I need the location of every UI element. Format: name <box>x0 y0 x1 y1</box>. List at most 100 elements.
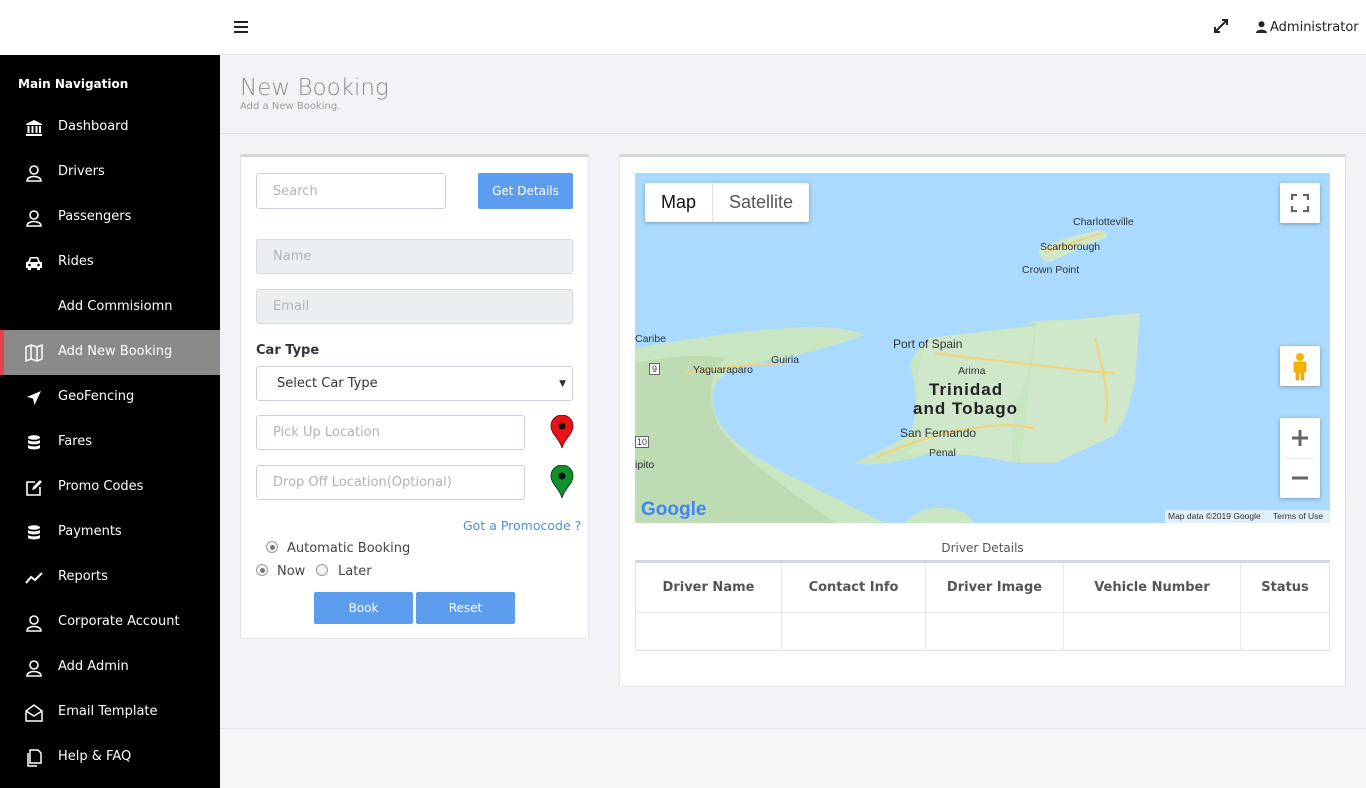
sidebar-item-add-admin[interactable]: Add Admin <box>0 645 220 690</box>
terms-of-use-link[interactable]: Terms of Use <box>1273 511 1323 521</box>
edit-icon <box>25 479 43 497</box>
map-tab[interactable]: Map <box>645 183 714 222</box>
page-subtitle: Add a New Booking. <box>240 101 341 112</box>
road-shield-10: 10 <box>635 436 650 448</box>
main-content: New Booking Add a New Booking. Search Ge… <box>220 55 1366 788</box>
email-field[interactable]: Email <box>256 289 573 324</box>
user-icon <box>25 614 43 632</box>
sidebar-item-promo-codes[interactable]: Promo Codes <box>0 465 220 510</box>
dropoff-location-input[interactable]: Drop Off Location(Optional) <box>256 465 525 500</box>
map-type-control: Map Satellite <box>645 183 810 222</box>
zoom-in-icon[interactable] <box>1280 418 1320 458</box>
later-radio[interactable] <box>316 564 328 576</box>
footer <box>220 728 1366 788</box>
user-icon <box>25 209 43 227</box>
map-label-port-of-spain: Port of Spain <box>893 337 963 351</box>
promocode-link[interactable]: Got a Promocode ? <box>463 518 581 533</box>
sidebar-heading: Main Navigation <box>18 77 129 91</box>
sidebar-item-label: Add Commisiomn <box>58 299 173 314</box>
sidebar-item-add-new-booking[interactable]: Add New Booking <box>0 330 220 375</box>
now-radio[interactable] <box>256 564 268 576</box>
sidebar-item-label: Help & FAQ <box>58 749 132 764</box>
sidebar-item-label: Add New Booking <box>58 344 173 359</box>
table-cell <box>782 613 926 651</box>
sidebar-item-drivers[interactable]: Drivers <box>0 150 220 195</box>
fullscreen-expand-icon[interactable] <box>1213 18 1229 34</box>
map-label-san-fernando: San Fernando <box>900 426 977 440</box>
zoom-control <box>1280 418 1320 498</box>
user-icon <box>25 164 43 182</box>
map-label-penal: Penal <box>929 447 956 459</box>
table-cell <box>926 613 1064 651</box>
zoom-out-icon[interactable] <box>1280 458 1320 498</box>
dropoff-pin-icon[interactable] <box>550 464 574 499</box>
name-placeholder: Name <box>273 249 312 264</box>
sidebar-item-fares[interactable]: Fares <box>0 420 220 465</box>
sidebar-item-corporate-account[interactable]: Corporate Account <box>0 600 220 645</box>
column-header: Vehicle Number <box>1064 563 1241 613</box>
book-button[interactable]: Book <box>314 592 413 624</box>
pegman-icon[interactable] <box>1280 346 1320 386</box>
sidebar-item-label: Corporate Account <box>58 614 180 629</box>
database-icon <box>25 434 43 452</box>
map-view[interactable]: Charlotteville Scarborough Crown Point P… <box>635 173 1330 523</box>
map-panel: Charlotteville Scarborough Crown Point P… <box>619 154 1346 687</box>
database-icon <box>25 524 43 542</box>
pickup-placeholder: Pick Up Location <box>273 425 380 440</box>
sidebar-item-rides[interactable]: Rides <box>0 240 220 285</box>
logo-area <box>0 0 220 55</box>
pickup-location-input[interactable]: Pick Up Location <box>256 415 525 450</box>
satellite-tab[interactable]: Satellite <box>713 183 809 222</box>
car-icon <box>25 254 43 272</box>
sidebar-item-label: Promo Codes <box>58 479 144 494</box>
top-bar: Administrator <box>0 0 1366 55</box>
admin-menu[interactable]: Administrator <box>1256 19 1359 35</box>
google-logo: Google <box>641 499 707 520</box>
search-input[interactable]: Search <box>256 173 446 209</box>
get-details-button[interactable]: Get Details <box>478 173 573 209</box>
attribution-bar: Map data ©2019 Google Terms of Use <box>1165 510 1330 523</box>
map-label-caribe: Caribe <box>635 333 666 345</box>
search-placeholder: Search <box>273 183 318 199</box>
map-fullscreen-icon[interactable] <box>1280 183 1320 223</box>
sidebar-item-payments[interactable]: Payments <box>0 510 220 555</box>
column-header: Status <box>1241 563 1329 613</box>
line-chart-icon <box>25 569 43 587</box>
sidebar-item-reports[interactable]: Reports <box>0 555 220 600</box>
map-label-crown-point: Crown Point <box>1022 264 1080 276</box>
pickup-pin-icon[interactable] <box>550 414 574 449</box>
sidebar-item-help-faq[interactable]: Help & FAQ <box>0 735 220 780</box>
map-canvas <box>635 230 1140 523</box>
map-icon <box>25 343 43 363</box>
map-label-country-line1: Trinidad <box>929 380 1004 399</box>
email-placeholder: Email <box>273 299 310 314</box>
sidebar-item-geofencing[interactable]: GeoFencing <box>0 375 220 420</box>
sidebar-item-label: Add Admin <box>58 659 129 674</box>
map-label-scarborough: Scarborough <box>1040 241 1101 253</box>
car-type-value: Select Car Type <box>277 376 378 391</box>
menu-toggle-icon[interactable] <box>234 17 248 37</box>
automatic-booking-label: Automatic Booking <box>287 541 411 556</box>
column-header: Contact Info <box>782 563 926 613</box>
sidebar-item-label: Dashboard <box>58 119 129 134</box>
automatic-booking-radio[interactable] <box>266 541 278 553</box>
sidebar-item-passengers[interactable]: Passengers <box>0 195 220 240</box>
sidebar-item-label: Payments <box>58 524 122 539</box>
car-type-label: Car Type <box>256 343 320 358</box>
sidebar-item-label: Passengers <box>58 209 132 224</box>
sidebar-item-label: Rides <box>58 254 94 269</box>
driver-details-table: Driver Name Contact Info Driver Image Ve… <box>635 560 1330 651</box>
table-cell <box>1241 613 1329 651</box>
sidebar-item-dashboard[interactable]: Dashboard <box>0 105 220 150</box>
booking-form-panel: Search Get Details Name Email Car Type S… <box>240 154 589 639</box>
caret-down-icon: ▼ <box>559 379 566 389</box>
map-label-yaguaraparo: Yaguaraparo <box>693 364 753 376</box>
road-shield-9: 9 <box>649 363 661 375</box>
name-field[interactable]: Name <box>256 239 573 274</box>
sidebar-item-add-commisiomn[interactable]: Add Commisiomn <box>0 285 220 330</box>
page-header: New Booking Add a New Booking. <box>220 55 1366 134</box>
sidebar-item-email-template[interactable]: Email Template <box>0 690 220 735</box>
table-cell <box>1064 613 1241 651</box>
reset-button[interactable]: Reset <box>416 592 515 624</box>
car-type-select[interactable]: Select Car Type ▼ <box>256 366 573 401</box>
